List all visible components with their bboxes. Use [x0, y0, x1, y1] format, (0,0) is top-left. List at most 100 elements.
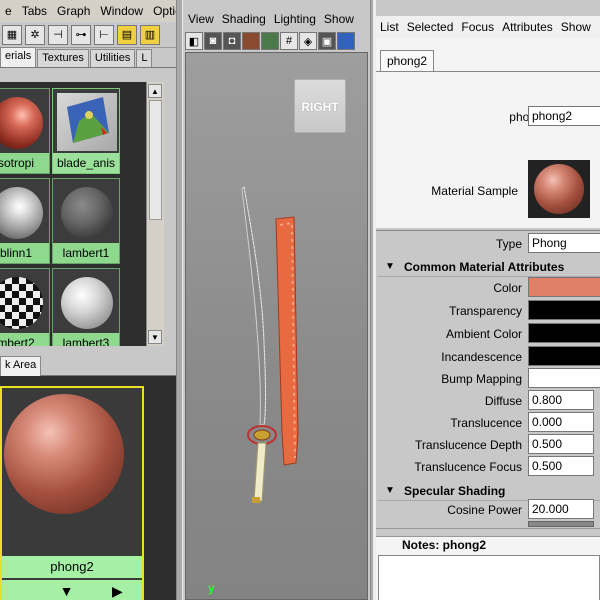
cosine-power-field[interactable]: 20.000 — [528, 499, 594, 519]
viewport-panel: View Shading Lighting Show ◧ ◙ ◘ # ◈ ▣ R… — [183, 0, 370, 600]
notes-label: Notes: phong2 — [402, 538, 486, 552]
collapse-triangle-icon[interactable]: ▼ — [385, 481, 395, 501]
phong2-node[interactable]: phong2 ▼ ▶ — [0, 386, 144, 600]
ambient-swatch[interactable] — [528, 323, 600, 343]
swatch-lambert3[interactable]: lambert3 — [52, 268, 120, 346]
diffuse-field[interactable]: 0.800 — [528, 390, 594, 410]
section-specular-shading[interactable]: ▼ Specular Shading — [378, 481, 600, 501]
menu-selected[interactable]: Selected — [403, 20, 458, 34]
film-gate-icon[interactable]: ▣ — [318, 32, 336, 50]
grid-icon[interactable]: # — [280, 32, 298, 50]
type-dropdown[interactable]: Phong — [528, 233, 600, 253]
handle-shape — [253, 442, 267, 502]
swatch-label: blade_anis — [53, 153, 119, 173]
image-plane-icon[interactable] — [261, 32, 279, 50]
menu-shading[interactable]: Shading — [217, 12, 269, 26]
tab-materials[interactable]: erials — [0, 47, 37, 67]
3d-viewport[interactable]: RIGHT y — [185, 52, 368, 600]
swatch-lambert2[interactable]: mbert2 — [0, 268, 50, 346]
expand-down-icon[interactable]: ▼ — [60, 583, 74, 599]
scroll-up-icon[interactable]: ▲ — [148, 84, 162, 98]
arrange-icon[interactable]: ▤ — [117, 24, 137, 45]
checker-ball — [0, 277, 43, 329]
tab-work-area[interactable]: k Area — [0, 356, 42, 376]
menu-show[interactable]: Show — [319, 12, 357, 26]
camera-icon[interactable]: ◙ — [204, 32, 222, 50]
incandescence-swatch[interactable] — [528, 346, 600, 366]
swatch-label: lambert3 — [53, 333, 119, 346]
tab-underline — [376, 71, 600, 72]
kashira-cap — [252, 497, 260, 503]
katana-model[interactable] — [186, 53, 369, 600]
scroll-thumb[interactable] — [149, 100, 162, 220]
smooth-shade-icon[interactable] — [337, 32, 355, 50]
menu-focus[interactable]: Focus — [457, 20, 498, 34]
ae-menubar: List Selected Focus Attributes Show — [376, 16, 600, 38]
ambient-label: Ambient Color — [445, 327, 522, 341]
swatch-label: blinn1 — [0, 243, 49, 263]
menu-view[interactable]: View — [183, 12, 217, 26]
translucence-field[interactable]: 0.000 — [528, 412, 594, 432]
material-sample — [528, 160, 590, 218]
camera-lock-icon[interactable]: ◘ — [223, 32, 241, 50]
section-title: Common Material Attributes — [404, 260, 565, 274]
swatch-blinn1[interactable]: blinn1 — [0, 178, 50, 264]
collapse-triangle-icon[interactable]: ▼ — [385, 257, 395, 277]
wireframe-icon[interactable]: ◈ — [299, 32, 317, 50]
menu-graph[interactable]: Graph — [52, 4, 95, 18]
tab-lights[interactable]: L — [136, 49, 153, 67]
incandescence-label: Incandescence — [441, 350, 522, 364]
scroll-down-icon[interactable]: ▼ — [148, 330, 162, 344]
section-common-material[interactable]: ▼ Common Material Attributes — [378, 257, 600, 277]
graph-input-icon[interactable]: ⊣ — [48, 24, 68, 45]
menu-edit[interactable]: e — [0, 4, 17, 18]
clear-graph-icon[interactable]: ▥ — [140, 24, 160, 45]
node-name-field[interactable]: phong2 — [528, 106, 600, 126]
notes-textarea[interactable] — [378, 555, 600, 600]
color-label: Color — [493, 281, 522, 295]
section-title: Specular Shading — [404, 484, 506, 498]
translucence-depth-field[interactable]: 0.500 — [528, 434, 594, 454]
left-splitter[interactable] — [176, 0, 183, 600]
menu-lighting[interactable]: Lighting — [269, 12, 319, 26]
grid-view-icon[interactable]: ▦ — [2, 24, 22, 45]
swatch-ball — [61, 187, 113, 239]
transparency-swatch[interactable] — [528, 300, 600, 320]
ae-attributes: Type Phong ▼ Common Material Attributes … — [376, 230, 600, 528]
output-arrow-icon[interactable]: ▶ — [112, 583, 123, 600]
axis-y-label: y — [208, 581, 215, 595]
swatch-scrollbar[interactable]: ▲ ▼ — [146, 82, 164, 346]
swatch-ball — [61, 277, 113, 329]
menu-show[interactable]: Show — [557, 20, 595, 34]
swatch-anisotropic[interactable]: sotropi — [0, 88, 50, 174]
menu-tabs[interactable]: Tabs — [17, 4, 52, 18]
material-swatch-grid: sotropi blade_anis blinn1 lambert1 mbert… — [0, 82, 146, 346]
graph-output-icon[interactable]: ⊢ — [94, 24, 114, 45]
translucence-focus-label: Translucence Focus — [414, 460, 522, 474]
color-swatch[interactable] — [528, 277, 600, 297]
swatch-label: lambert1 — [53, 243, 119, 263]
type-label: Type — [495, 237, 522, 251]
cosine-power-slider[interactable] — [528, 521, 594, 527]
select-camera-icon[interactable]: ◧ — [185, 32, 203, 50]
tab-utilities[interactable]: Utilities — [89, 49, 136, 67]
swatch-lambert1[interactable]: lambert1 — [52, 178, 120, 264]
notes-splitter[interactable] — [376, 528, 600, 536]
swatch-blade-anis[interactable]: blade_anis — [52, 88, 120, 174]
tab-phong2[interactable]: phong2 — [380, 50, 435, 72]
attribute-editor: List Selected Focus Attributes Show phon… — [374, 0, 600, 600]
bookmark-icon[interactable] — [242, 32, 260, 50]
graph-both-icon[interactable]: ⊶ — [71, 24, 91, 45]
menu-list[interactable]: List — [376, 20, 403, 34]
bump-label: Bump Mapping — [441, 372, 522, 386]
hypershade-toolbar: ▦ ✲ ⊣ ⊶ ⊢ ▤ ▥ — [0, 22, 176, 48]
menu-window[interactable]: Window — [95, 4, 148, 18]
menu-options[interactable]: Optic — [148, 4, 176, 18]
menu-attributes[interactable]: Attributes — [498, 20, 557, 34]
translucence-focus-field[interactable]: 0.500 — [528, 456, 594, 476]
bump-field[interactable] — [528, 368, 600, 388]
tab-textures[interactable]: Textures — [37, 49, 89, 67]
phong2-node-ball — [4, 394, 124, 514]
hypershade-menubar: e Tabs Graph Window Optic — [0, 0, 176, 22]
network-icon[interactable]: ✲ — [25, 24, 45, 45]
